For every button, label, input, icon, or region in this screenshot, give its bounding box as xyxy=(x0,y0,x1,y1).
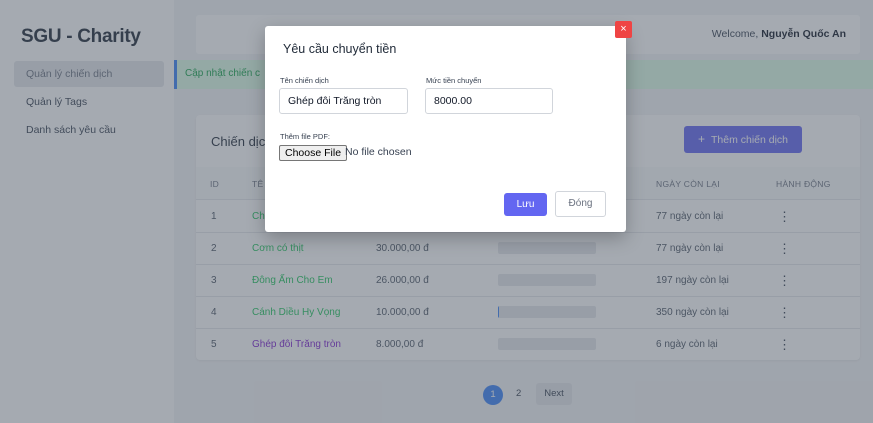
cancel-button[interactable]: Đóng xyxy=(555,191,606,217)
file-status-text: No file chosen xyxy=(345,146,412,158)
modal-title: Yêu cầu chuyển tiền xyxy=(283,42,397,56)
pdf-upload-label: Thêm file PDF: xyxy=(280,132,331,141)
app-root: SGU - Charity Quản lý chiến dịch Quản lý… xyxy=(0,0,873,423)
campaign-name-field[interactable] xyxy=(279,88,408,114)
transfer-amount-field[interactable] xyxy=(425,88,553,114)
save-button[interactable]: Lưu xyxy=(504,193,547,216)
transfer-amount-label: Mức tiền chuyển xyxy=(426,76,482,85)
campaign-name-label: Tên chiến dịch xyxy=(280,76,329,85)
close-icon[interactable]: × xyxy=(615,21,632,38)
transfer-request-modal: Yêu cầu chuyển tiền Tên chiến dịch Mức t… xyxy=(265,26,626,232)
choose-file-button[interactable]: Choose File xyxy=(279,145,348,161)
